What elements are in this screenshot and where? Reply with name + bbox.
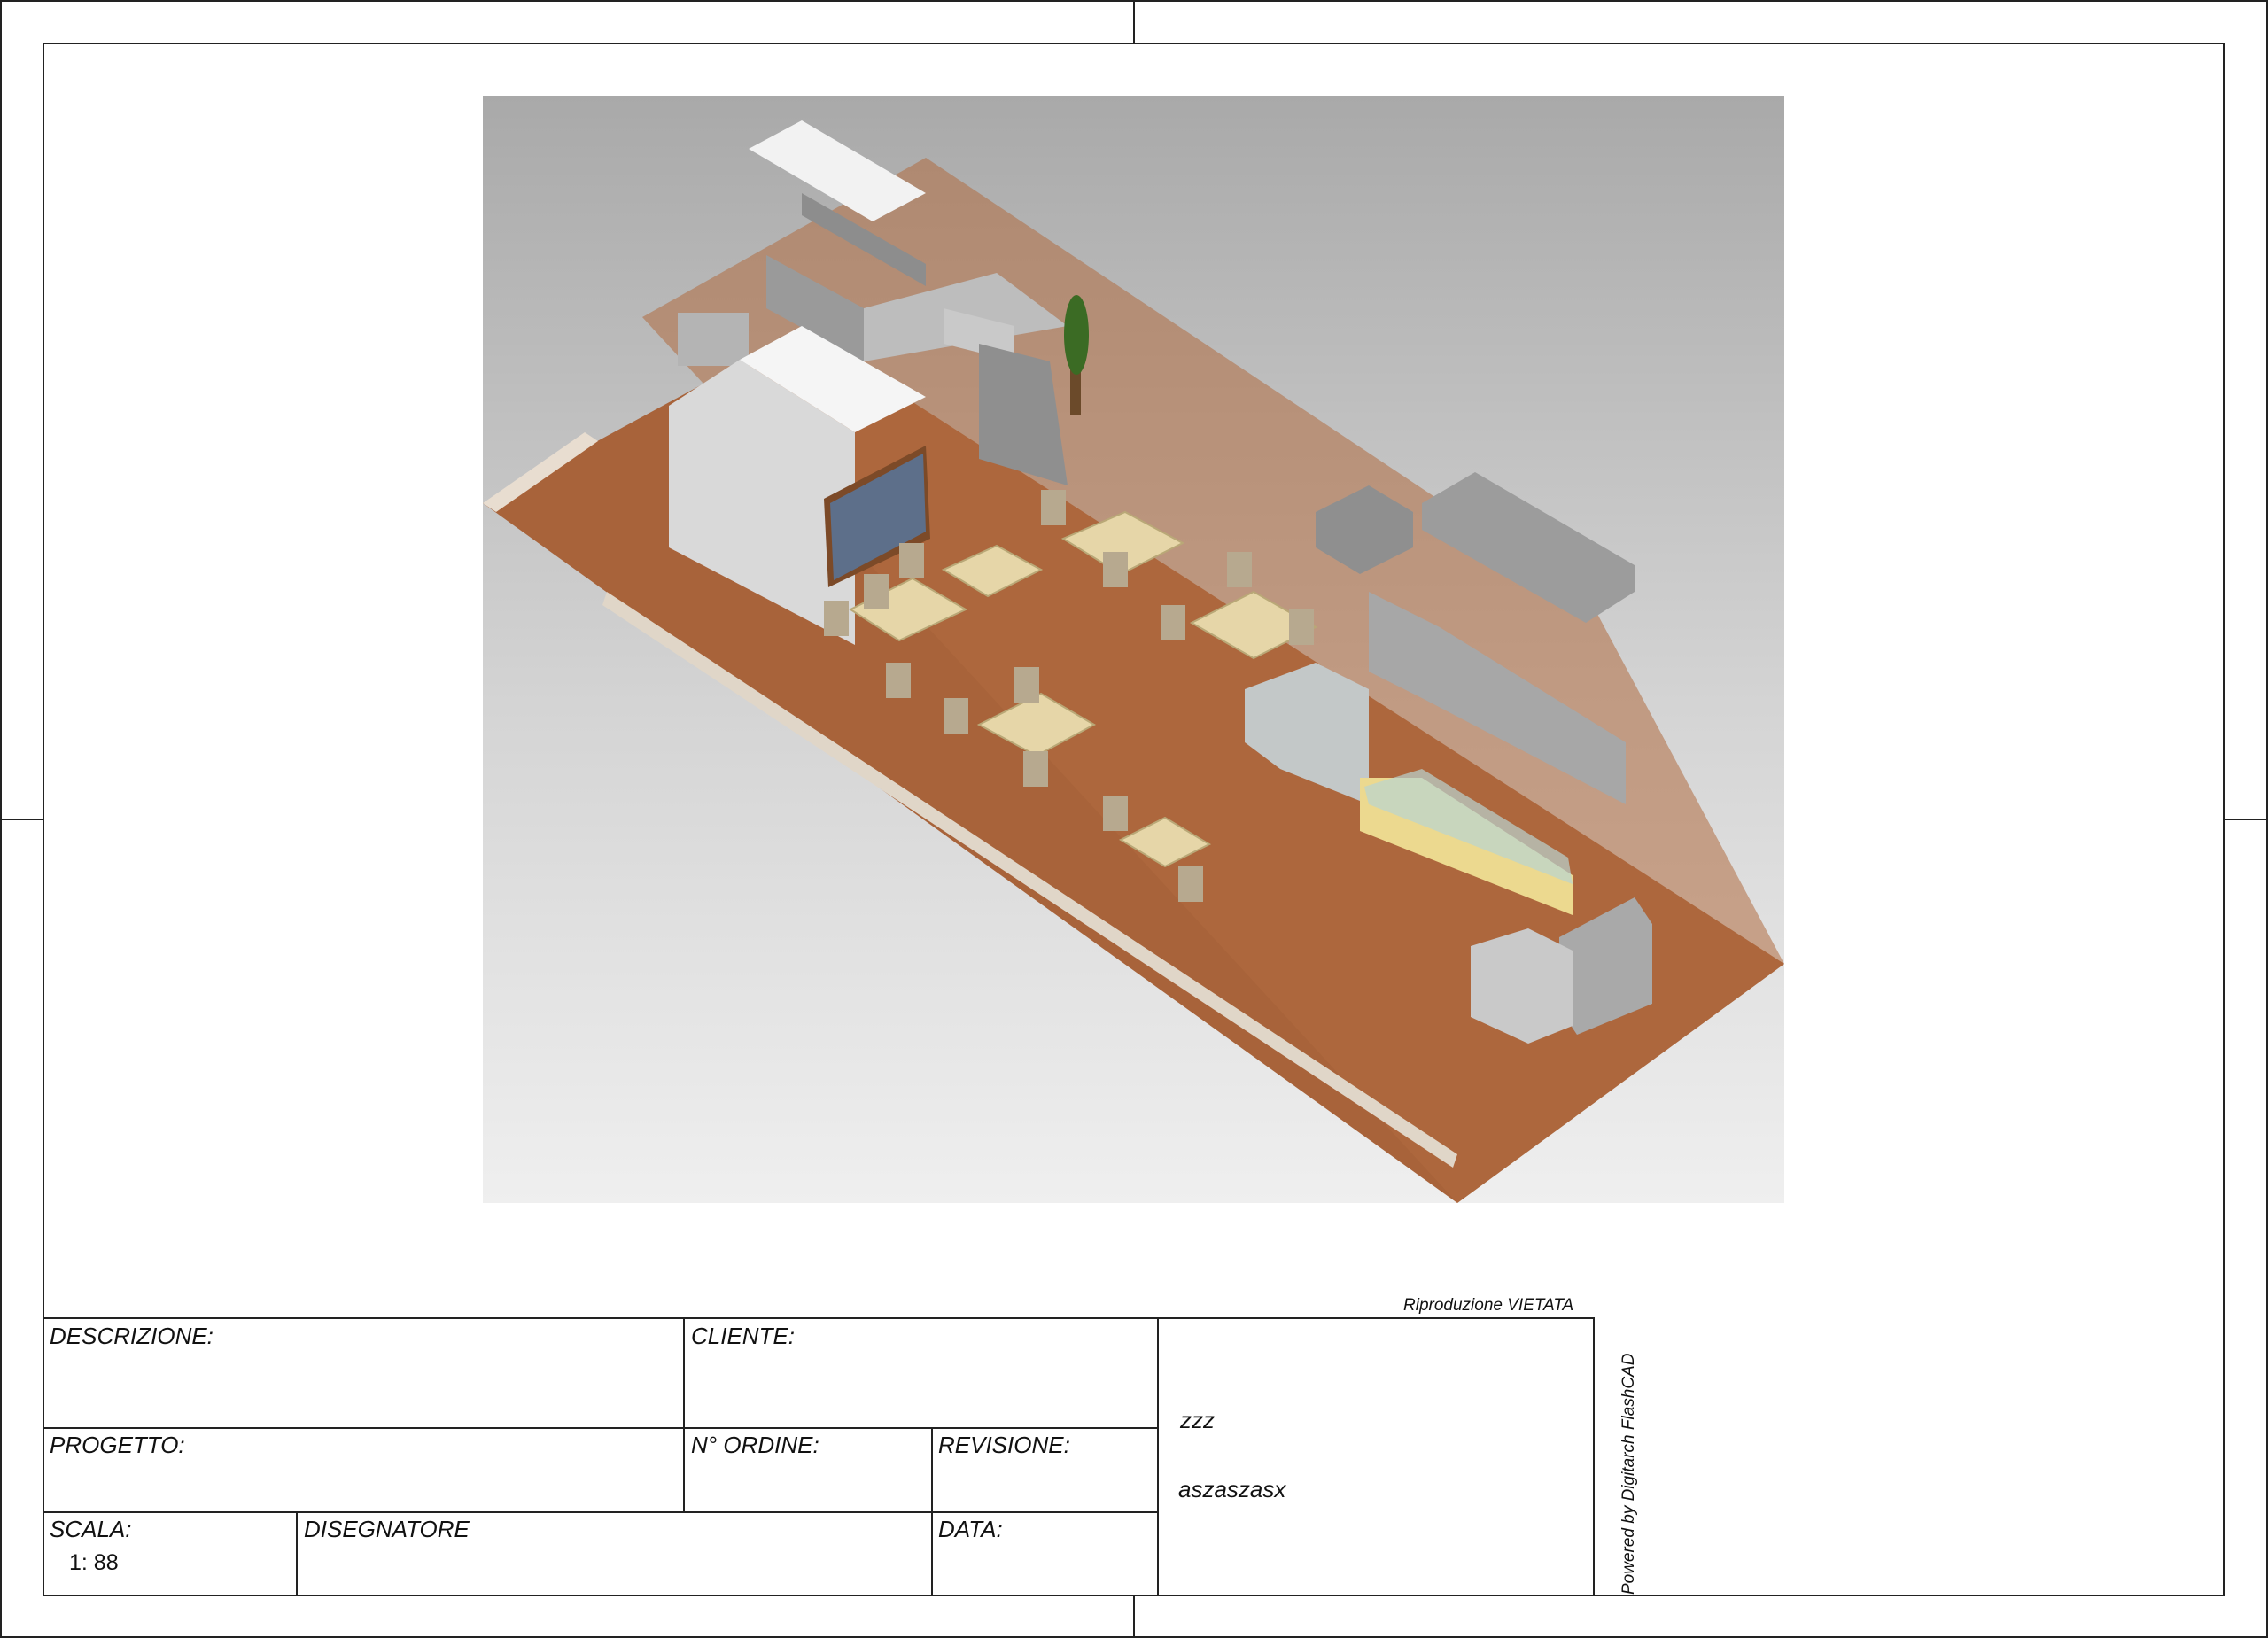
descrizione-label: DESCRIZIONE: [50,1323,214,1349]
tb-top-line [43,1317,1594,1319]
restaurant-3d-render [483,96,1784,1203]
tb-row3-line [43,1511,1158,1513]
data-label: DATA: [938,1516,1003,1542]
tb-col-info [1157,1317,1159,1596]
notice-text: Riproduzione VIETATA [1403,1296,1574,1315]
cliente-label: CLIENTE: [691,1323,796,1349]
center-mark-top [1133,0,1135,43]
revisione-label: REVISIONE: [938,1432,1070,1458]
scala-label: SCALA: [50,1516,132,1542]
render-drawing [483,120,1784,1203]
center-mark-left [0,819,43,820]
ordine-label: N° ORDINE: [691,1432,819,1458]
tb-row2-line [43,1427,1158,1429]
powered-by-text: Powered by Digitarch FlashCAD [1619,1353,1638,1595]
tb-right-line [1593,1317,1595,1596]
disegnatore-label: DISEGNATORE [304,1516,470,1542]
info-line-2: aszaszasx [1178,1476,1286,1502]
tb-col-cliente [683,1317,685,1513]
progetto-label: PROGETTO: [50,1432,185,1458]
tb-col-disegnatore [296,1511,298,1596]
center-mark-bottom [1133,1596,1135,1638]
info-line-1: zzz [1180,1407,1215,1433]
scala-value: 1: 88 [69,1550,119,1575]
tb-col-revisione [931,1427,933,1596]
center-mark-right [2225,819,2268,820]
